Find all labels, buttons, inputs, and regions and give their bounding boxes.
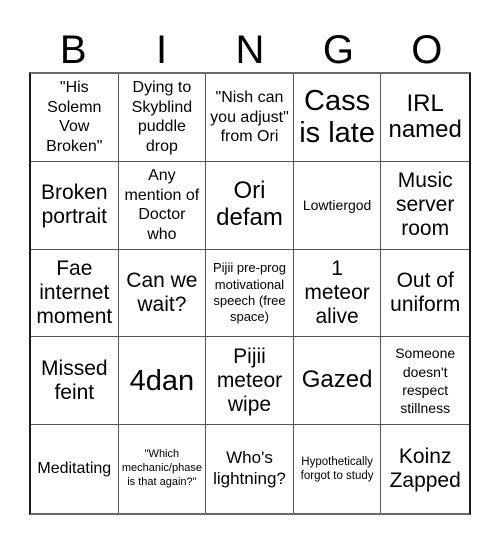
bingo-cell[interactable]: Lowtiergod	[293, 161, 382, 250]
bingo-cell[interactable]: Who's lightning?	[206, 425, 294, 513]
bingo-cell[interactable]: 1 meteor alive	[293, 249, 382, 338]
bingo-cell[interactable]: Hypothetically forgot to study	[294, 425, 382, 513]
bingo-cell[interactable]: Gazed	[293, 337, 382, 426]
bingo-cell[interactable]: 4dan	[118, 337, 207, 426]
bingo-cell[interactable]: IRL named	[381, 74, 469, 162]
bingo-cell[interactable]: Dying to Skyblind puddle drop	[118, 74, 207, 162]
bingo-cell[interactable]: Broken portrait	[31, 161, 119, 250]
bingo-cell[interactable]: Any mention of Doctor who	[118, 161, 207, 250]
header-letter-o: O	[411, 28, 443, 72]
bingo-cell[interactable]: Koinz Zapped	[381, 425, 469, 513]
bingo-cell[interactable]: "His Solemn Vow Broken"	[31, 74, 119, 162]
bingo-cell[interactable]: "Which mechanic/phase is that again?"	[119, 425, 207, 513]
header-letter-b: B	[59, 28, 87, 72]
bingo-header: B I N G O	[29, 28, 471, 72]
bingo-cell[interactable]: Meditating	[31, 425, 119, 513]
bingo-cell[interactable]: Ori defam	[206, 161, 294, 250]
bingo-cell[interactable]: "Nish can you adjust" from Ori	[206, 74, 294, 162]
bingo-cell[interactable]: Cass is late	[293, 74, 382, 162]
header-letter-g: G	[322, 28, 354, 72]
header-letter-i: I	[156, 28, 168, 72]
bingo-board: "His Solemn Vow Broken" Dying to Skyblin…	[29, 72, 471, 515]
bingo-cell[interactable]: Fae internet moment	[31, 249, 119, 338]
bingo-cell[interactable]: Someone doesn't respect stillness	[381, 337, 469, 426]
bingo-cell[interactable]: Can we wait?	[118, 249, 207, 338]
bingo-cell[interactable]: Missed feint	[31, 337, 119, 426]
header-letter-n: N	[235, 28, 265, 72]
bingo-cell[interactable]: Pijii meteor wipe	[206, 337, 294, 426]
bingo-cell-free-space[interactable]: Pijii pre-prog motivational speech (free…	[206, 249, 294, 338]
bingo-cell[interactable]: Music server room	[381, 162, 469, 250]
bingo-cell[interactable]: Out of uniform	[381, 250, 469, 338]
